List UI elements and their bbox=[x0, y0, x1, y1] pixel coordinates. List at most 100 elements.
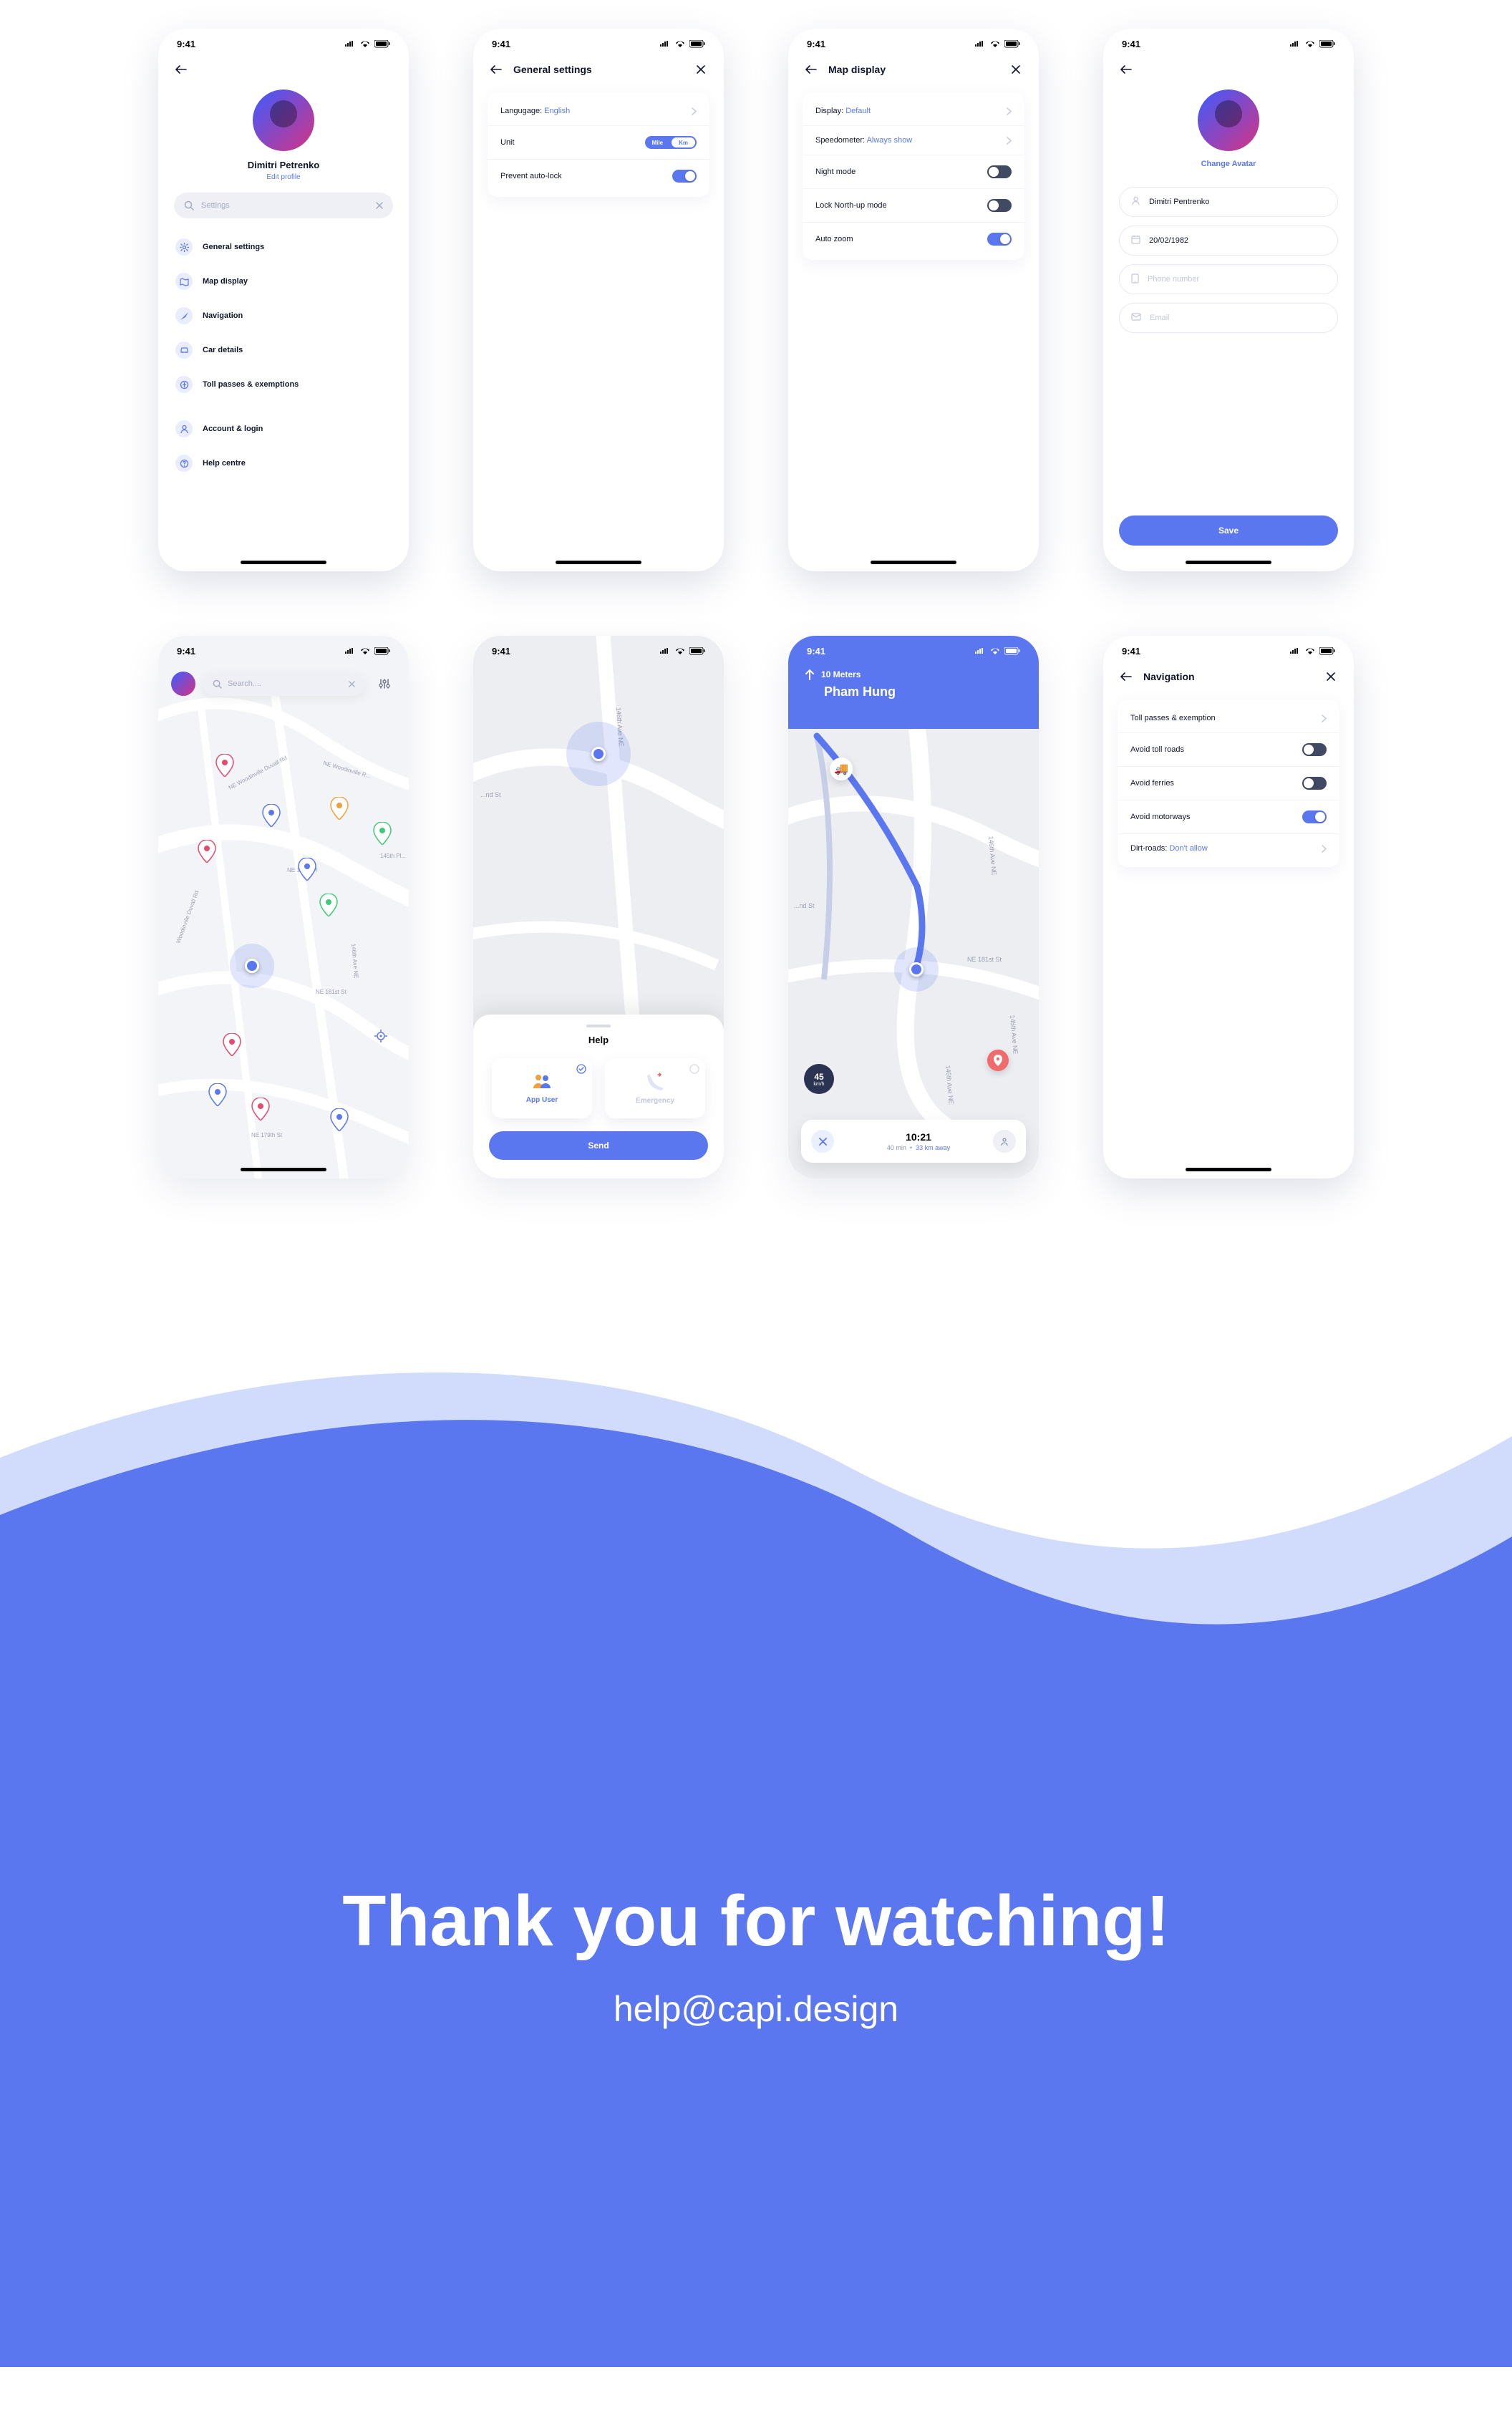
lock-toggle[interactable] bbox=[987, 199, 1012, 212]
map-pin[interactable] bbox=[330, 1108, 349, 1131]
status-bar: 9:41 bbox=[473, 29, 724, 54]
svg-text:NE 179th St: NE 179th St bbox=[251, 1132, 283, 1138]
avatar[interactable] bbox=[253, 89, 314, 151]
menu-account-login[interactable]: Account & login bbox=[170, 412, 397, 446]
search-icon bbox=[184, 200, 194, 210]
map-canvas[interactable]: NE Woodinville Duvall Rd NE Woodinville … bbox=[158, 636, 409, 1178]
row-avoid-toll: Avoid toll roads bbox=[1118, 732, 1339, 766]
user-name: Dimitri Petrenko bbox=[158, 160, 409, 170]
user-location bbox=[566, 722, 631, 786]
status-time: 9:41 bbox=[177, 646, 195, 657]
screen-help: 146th Ave NE ...nd St 9:41 Help App User bbox=[473, 636, 724, 1178]
wave-main bbox=[0, 1293, 1512, 2367]
locate-button[interactable] bbox=[374, 1030, 387, 1042]
unit-segment[interactable]: MileKm bbox=[645, 136, 697, 149]
close-icon[interactable] bbox=[1009, 62, 1023, 77]
back-icon[interactable] bbox=[1119, 669, 1133, 684]
eta-recenter-button[interactable] bbox=[993, 1130, 1016, 1153]
close-icon[interactable] bbox=[694, 62, 708, 77]
map-pin[interactable] bbox=[215, 754, 234, 777]
sheet-handle[interactable] bbox=[586, 1025, 611, 1027]
name-field[interactable]: Dimitri Pentrenko bbox=[1119, 187, 1338, 217]
header: Navigation bbox=[1103, 661, 1354, 692]
menu-car-details[interactable]: Car details bbox=[170, 333, 397, 367]
map-pin[interactable] bbox=[198, 840, 216, 863]
help-sheet: Help App User Emergency Send bbox=[473, 1015, 724, 1178]
clear-icon[interactable] bbox=[349, 681, 355, 687]
page-title: Map display bbox=[828, 64, 886, 75]
map-pin[interactable] bbox=[208, 1083, 227, 1106]
screen-navigation-settings: 9:41 Navigation Toll passes & exemption … bbox=[1103, 636, 1354, 1178]
home-indicator bbox=[1186, 1168, 1271, 1171]
row-toll-passes[interactable]: Toll passes & exemption bbox=[1118, 704, 1339, 732]
avatar[interactable] bbox=[1198, 89, 1259, 151]
row-display[interactable]: Display: Default bbox=[803, 97, 1024, 125]
back-icon[interactable] bbox=[1119, 62, 1133, 77]
status-icons bbox=[974, 40, 1020, 48]
chevron-right-icon bbox=[692, 107, 697, 115]
speed-badge: 45km/h bbox=[804, 1064, 834, 1094]
avoid-ferries-toggle[interactable] bbox=[1302, 777, 1327, 790]
settings-card: Display: Default Speedometer: Always sho… bbox=[803, 92, 1024, 260]
avoid-toll-toggle[interactable] bbox=[1302, 743, 1327, 756]
map-pin[interactable] bbox=[223, 1033, 241, 1056]
map-pin[interactable] bbox=[330, 797, 349, 820]
send-button[interactable]: Send bbox=[489, 1131, 708, 1160]
check-icon bbox=[576, 1064, 586, 1074]
row-night-mode: Night mode bbox=[803, 155, 1024, 188]
search-input[interactable]: Settings bbox=[174, 193, 393, 218]
back-icon[interactable] bbox=[174, 62, 188, 77]
compass-icon bbox=[175, 307, 193, 324]
status-icons bbox=[1289, 40, 1335, 48]
row-dirt-roads[interactable]: Dirt-roads: Don't allow bbox=[1118, 833, 1339, 863]
autolock-toggle[interactable] bbox=[672, 170, 697, 183]
zoom-toggle[interactable] bbox=[987, 233, 1012, 246]
map-pin[interactable] bbox=[373, 822, 392, 845]
search-input[interactable]: Search.... bbox=[203, 672, 365, 696]
header: Map display bbox=[788, 54, 1039, 85]
change-avatar-link[interactable]: Change Avatar bbox=[1103, 160, 1354, 168]
screen-general-settings: 9:41 General settings Langugage: English… bbox=[473, 29, 724, 571]
clear-icon[interactable] bbox=[376, 202, 383, 209]
avoid-motor-toggle[interactable] bbox=[1302, 810, 1327, 823]
home-indicator bbox=[556, 561, 641, 564]
row-language[interactable]: Langugage: English bbox=[488, 97, 709, 125]
menu-help-centre[interactable]: Help centre bbox=[170, 446, 397, 480]
save-button[interactable]: Save bbox=[1119, 516, 1338, 546]
user-icon bbox=[1131, 196, 1140, 208]
row-speedometer[interactable]: Speedometer: Always show bbox=[803, 125, 1024, 155]
svg-text:NE 181st St: NE 181st St bbox=[967, 956, 1002, 963]
help-icon bbox=[175, 455, 193, 472]
menu-general-settings[interactable]: General settings bbox=[170, 230, 397, 264]
dob-field[interactable]: 20/02/1982 bbox=[1119, 226, 1338, 256]
seg-km[interactable]: Km bbox=[672, 137, 695, 147]
menu-map-display[interactable]: Map display bbox=[170, 264, 397, 299]
user-location bbox=[894, 947, 939, 992]
seg-mile[interactable]: Mile bbox=[645, 136, 671, 149]
map-pin[interactable] bbox=[298, 858, 316, 881]
menu-navigation[interactable]: Navigation bbox=[170, 299, 397, 333]
phone-field[interactable]: Phone number bbox=[1119, 264, 1338, 294]
filter-button[interactable] bbox=[372, 672, 396, 696]
svg-text:...nd St: ...nd St bbox=[794, 902, 815, 909]
nav-distance: 10 Meters bbox=[805, 669, 1039, 680]
avatar[interactable] bbox=[171, 672, 195, 696]
home-indicator bbox=[871, 561, 956, 564]
map-pin[interactable] bbox=[319, 894, 338, 916]
map-pin[interactable] bbox=[251, 1098, 270, 1120]
back-icon[interactable] bbox=[489, 62, 503, 77]
back-icon[interactable] bbox=[804, 62, 818, 77]
status-time: 9:41 bbox=[492, 646, 510, 657]
footer: Thank you for watching! help@capi.design bbox=[0, 1293, 1512, 2367]
help-option-emergency[interactable]: Emergency bbox=[605, 1058, 705, 1118]
eta-close-button[interactable] bbox=[811, 1130, 834, 1153]
footer-headline: Thank you for watching! bbox=[0, 1880, 1512, 1962]
chevron-right-icon bbox=[1007, 137, 1012, 145]
menu-toll-passes[interactable]: Toll passes & exemptions bbox=[170, 367, 397, 402]
map-pin[interactable] bbox=[262, 804, 281, 827]
help-option-app-user[interactable]: App User bbox=[492, 1058, 592, 1118]
email-field[interactable]: Email bbox=[1119, 303, 1338, 333]
close-icon[interactable] bbox=[1324, 669, 1338, 684]
edit-profile-link[interactable]: Edit profile bbox=[158, 173, 409, 181]
night-toggle[interactable] bbox=[987, 165, 1012, 178]
